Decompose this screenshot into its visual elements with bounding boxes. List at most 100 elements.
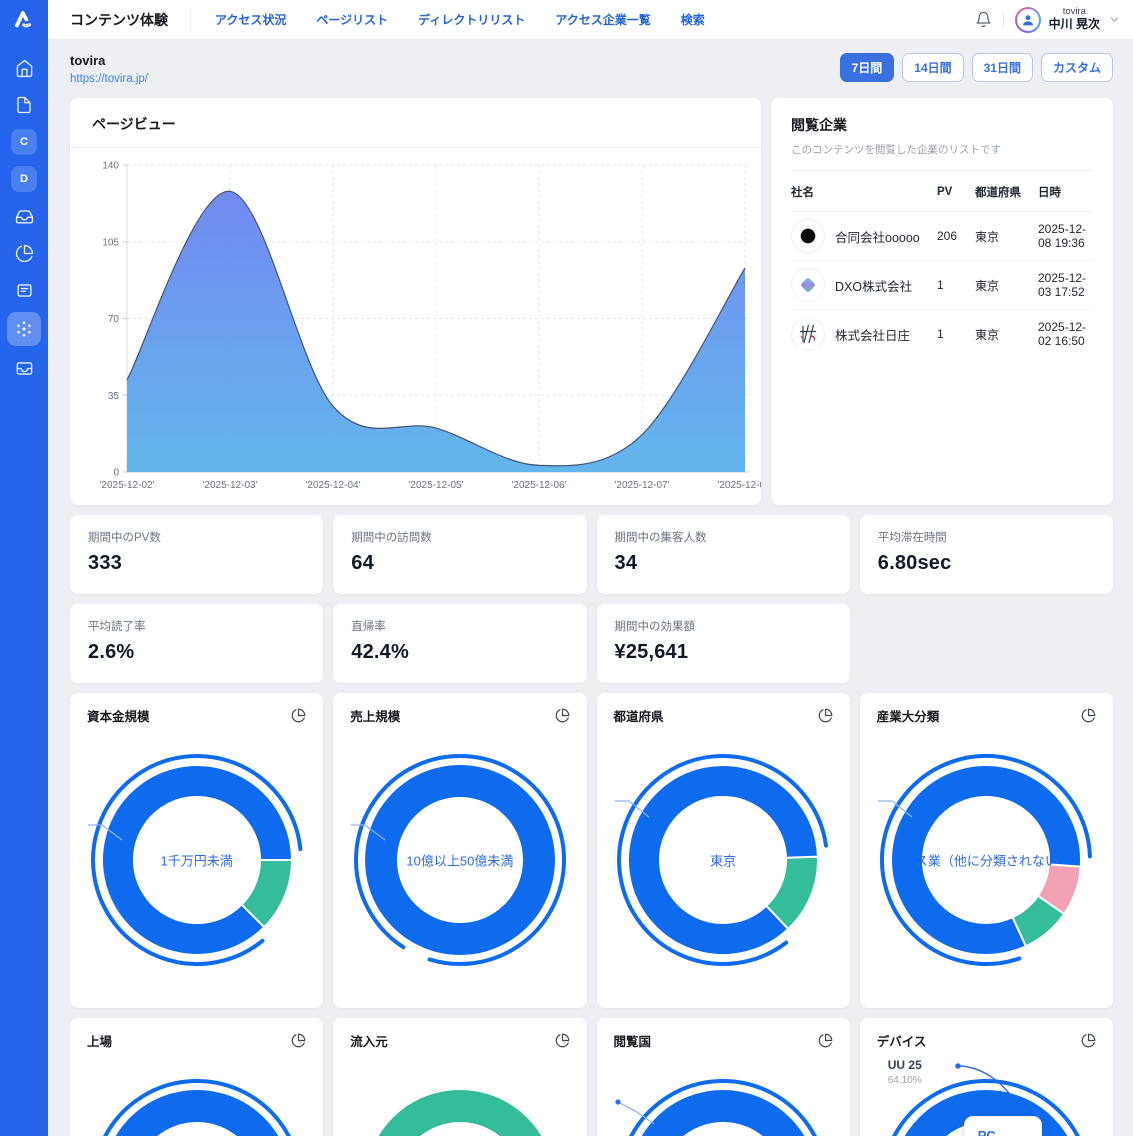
sidebar-item-mail[interactable] — [9, 353, 39, 383]
inbox-icon — [15, 207, 34, 226]
stat-card-2-0: 平均読了率 2.6% — [70, 604, 323, 683]
stats-row-1: 期間中のPV数 333 期間中の訪問数64 期間中の集客人数 34 平均滞在時間6.80s… — [70, 515, 1113, 594]
home-icon — [15, 59, 34, 78]
pie-chart-toggle-icon[interactable] — [555, 1033, 570, 1048]
sidebar-item-content-experience[interactable] — [7, 312, 41, 346]
sidebar-item-reports[interactable] — [9, 275, 39, 305]
user-menu[interactable]: tovira 中川 晃次 — [1015, 7, 1121, 33]
sidebar-item-inbox[interactable] — [9, 201, 39, 231]
tooltip-text: PC — [978, 1128, 1028, 1136]
pie-chart-toggle-icon[interactable] — [291, 708, 306, 723]
svg-text:'2025-12-06': '2025-12-06' — [512, 480, 567, 491]
donut-card-1-3: 産業大分類ス業（他に分類されない — [860, 693, 1113, 1008]
svg-text:105: 105 — [102, 237, 119, 248]
sidebar-item-d[interactable]: D — [11, 166, 37, 192]
callout-percent: 64.10% — [888, 1075, 922, 1086]
mail-tray-icon — [15, 359, 34, 378]
svg-text:'2025-12-05': '2025-12-05' — [409, 480, 464, 491]
donut-card-title: 売上規模 — [350, 706, 400, 725]
site-url-link[interactable]: https://tovira.jp/ — [70, 73, 148, 85]
stat-value: 34 — [615, 552, 832, 575]
stat-label: 期間中の集客人数 — [615, 529, 832, 545]
company-name: 合同会社ooooo — [835, 227, 920, 246]
avatar — [1015, 7, 1041, 33]
topbar-nav: アクセス状況 ページリスト ディレクトリリスト アクセス企業一覧 検索 — [190, 8, 705, 32]
company-row-2[interactable]: 株式会社日庄1東京2025-12-02 16:50 — [791, 310, 1093, 359]
company-datetime: 2025-12-02 16:50 — [1038, 310, 1093, 359]
chevron-down-icon — [1108, 13, 1121, 26]
svg-text:'2025-12-03': '2025-12-03' — [203, 480, 258, 491]
stat-card-1-1: 期間中の訪問数64 — [333, 515, 586, 594]
range-button-2[interactable]: 31日間 — [972, 53, 1033, 82]
stat-card-2-2: 期間中の効果額¥25,641 — [597, 604, 850, 683]
topbar-link-0[interactable]: アクセス状況 — [215, 11, 286, 28]
site-name: tovira — [70, 53, 148, 68]
topbar-link-3[interactable]: アクセス企業一覧 — [555, 11, 650, 28]
topbar-link-2[interactable]: ディレクトリリスト — [418, 11, 525, 28]
donut-row-2: 上場流入元閲覧国デバイスUU 2564.10%PC — [70, 1018, 1113, 1136]
main-content: tovira https://tovira.jp/ 7日間14日間 31日間カスタ… — [48, 40, 1133, 1136]
pie-chart-toggle-icon[interactable] — [818, 708, 833, 723]
svg-text:'2025-12-07': '2025-12-07' — [615, 480, 670, 491]
sidebar-item-c[interactable]: C — [11, 129, 37, 155]
svg-text:'2025-12-04': '2025-12-04' — [306, 480, 361, 491]
donut-card-2-3: デバイスUU 2564.10%PC — [860, 1018, 1113, 1136]
content-experience-icon — [14, 319, 34, 339]
app-title: コンテンツ体験 — [70, 10, 168, 30]
company-row-1[interactable]: DXO株式会社 1東京2025-12-03 17:52 — [791, 261, 1093, 310]
stat-label: 平均滞在時間 — [878, 529, 1095, 545]
svg-text:70: 70 — [108, 314, 120, 325]
person-icon — [1020, 12, 1036, 28]
svg-text:'2025-12-02': '2025-12-02' — [100, 480, 155, 491]
stat-card-1-0: 期間中のPV数 333 — [70, 515, 323, 594]
pie-chart-toggle-icon[interactable] — [818, 1033, 833, 1048]
stat-card-1-3: 平均滞在時間6.80sec — [860, 515, 1113, 594]
range-button-1[interactable]: 14日間 — [902, 53, 963, 82]
topbar-link-4[interactable]: 検索 — [681, 11, 705, 28]
company-datetime: 2025-12-08 19:36 — [1038, 212, 1093, 261]
companies-subtitle: このコンテンツを閲覧した企業のリストです — [791, 142, 1093, 171]
notifications-bell-icon[interactable] — [975, 11, 992, 28]
company-name: DXO株式会社 — [835, 276, 912, 295]
pie-chart-toggle-icon[interactable] — [291, 1033, 306, 1048]
company-pref: 東京 — [975, 310, 1038, 359]
donut-chart — [84, 1072, 310, 1136]
callout-label: UU 25 — [888, 1058, 922, 1072]
topbar: コンテンツ体験 アクセス状況ページリストディレクトリリストアクセス企業一覧検索 … — [48, 0, 1133, 40]
stat-value: ¥25,641 — [615, 641, 832, 664]
donut-center-label: 1千万円未満 — [161, 851, 233, 870]
donut-card-title: 閲覧国 — [614, 1031, 652, 1050]
stat-label: 平均読了率 — [88, 618, 305, 634]
donut-card-title: 流入元 — [350, 1031, 388, 1050]
company-pv: 206 — [937, 212, 975, 261]
range-button-3[interactable]: カスタム — [1041, 53, 1113, 82]
company-pref: 東京 — [975, 261, 1038, 310]
company-pv: 1 — [937, 261, 975, 310]
sidebar-item-home[interactable] — [9, 53, 39, 83]
device-callout: UU 25 64.10% — [888, 1058, 922, 1086]
stat-value: 333 — [88, 552, 305, 575]
donut-card-title: 上場 — [87, 1031, 112, 1050]
donut-card-2-0: 上場 — [70, 1018, 323, 1136]
stat-label: 期間中のPV数 — [88, 529, 305, 545]
report-icon — [15, 281, 34, 300]
sidebar-item-pages[interactable] — [9, 90, 39, 120]
sidebar-item-analytics[interactable] — [9, 238, 39, 268]
pie-chart-toggle-icon[interactable] — [1081, 708, 1096, 723]
topbar-link-1[interactable]: ページリスト — [316, 11, 388, 28]
sidebar: C D — [0, 0, 48, 1136]
company-datetime: 2025-12-03 17:52 — [1038, 261, 1093, 310]
donut-card-title: 資本金規模 — [87, 706, 150, 725]
svg-text:35: 35 — [108, 391, 120, 402]
companies-col-2: 都道府県 — [975, 171, 1038, 212]
svg-text:140: 140 — [102, 161, 119, 172]
app-logo[interactable] — [0, 0, 48, 40]
pie-chart-toggle-icon[interactable] — [555, 708, 570, 723]
companies-title: 閲覧企業 — [791, 115, 1093, 135]
stat-value: 2.6% — [88, 641, 305, 664]
company-logo-dxo-icon — [791, 268, 825, 302]
date-range-buttons: 7日間14日間 31日間カスタム — [840, 53, 1113, 82]
range-button-0[interactable]: 7日間 — [840, 53, 895, 82]
company-row-0[interactable]: 合同会社ooooo206東京2025-12-08 19:36 — [791, 212, 1093, 261]
pie-chart-toggle-icon[interactable] — [1081, 1033, 1096, 1048]
